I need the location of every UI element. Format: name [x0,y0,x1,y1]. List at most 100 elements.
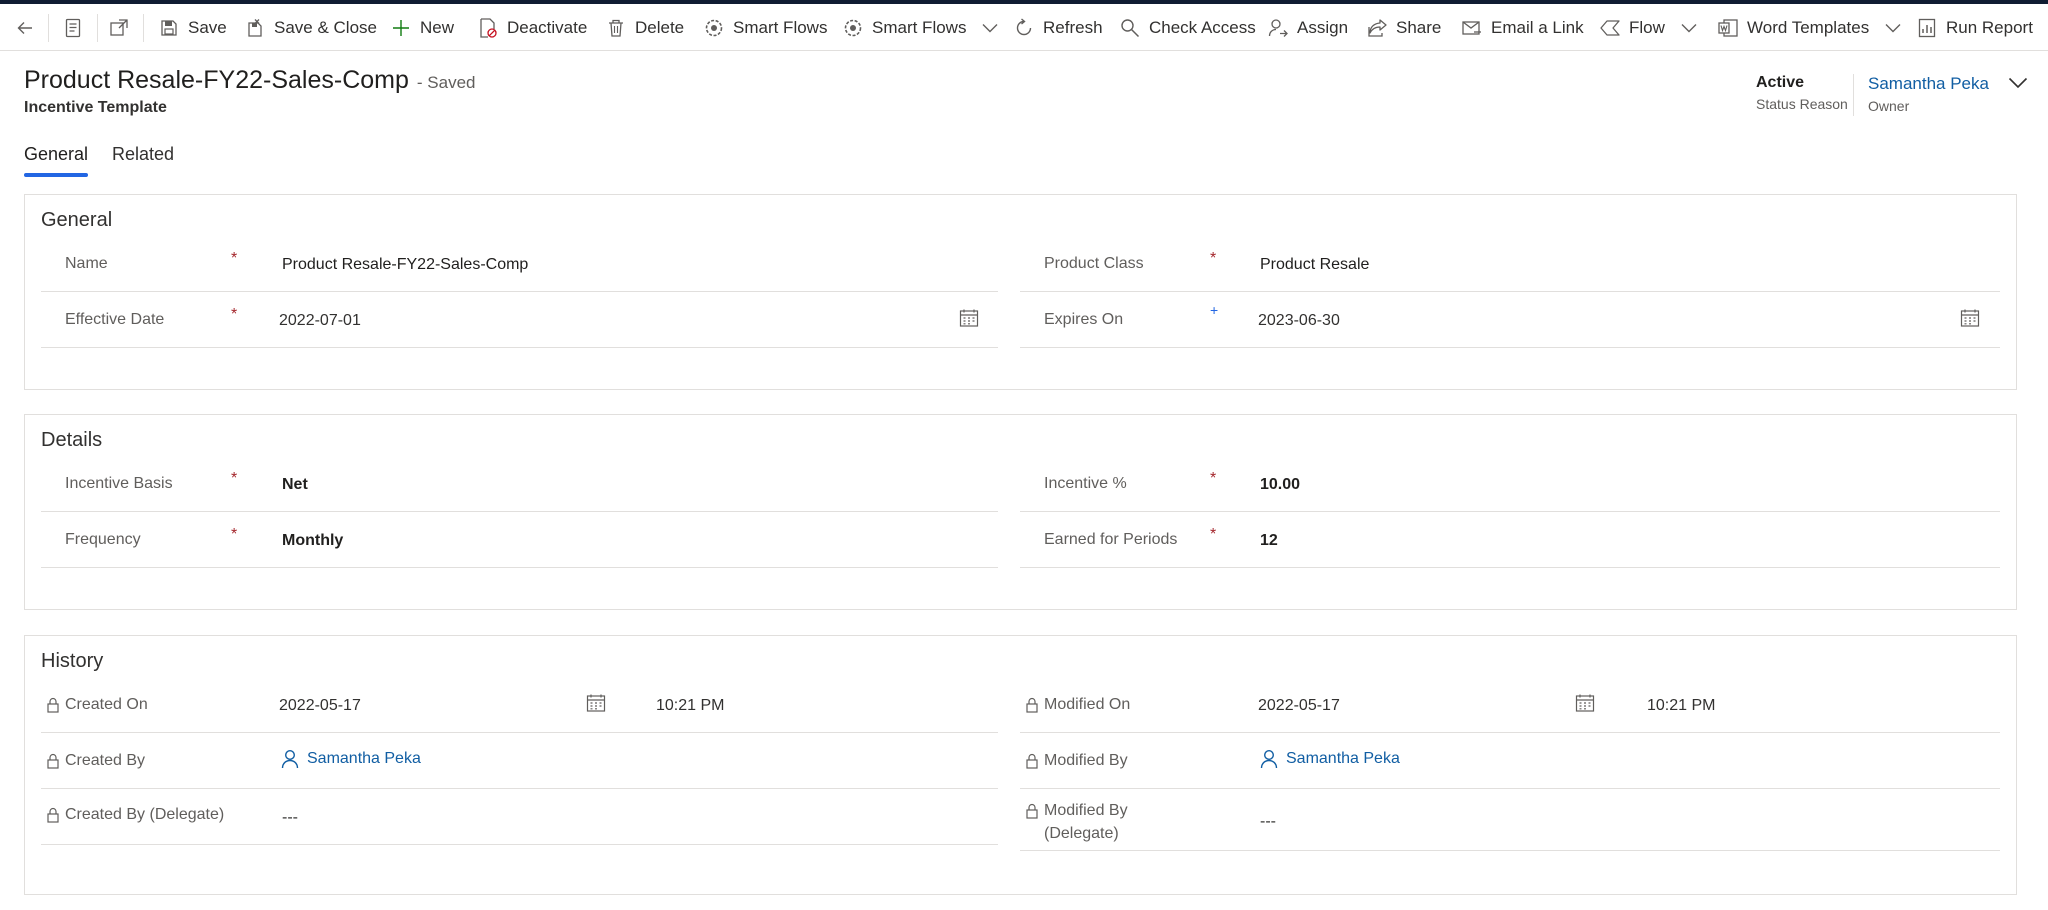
lock-icon [47,697,61,713]
modified-on-field-row: Modified On 2022-05-17 10:21 PM [1020,677,2000,733]
flow-menu-button[interactable]: Flow [1599,4,1697,51]
owner-link[interactable]: Samantha Peka [1868,74,1989,94]
modified-by-delegate-field-row: Modified By (Delegate) --- [1020,789,2000,851]
email-link-button[interactable]: Email a Link [1461,4,1584,51]
modified-on-time: 10:21 PM [1647,697,1716,714]
open-new-window-button[interactable] [108,4,138,51]
report-icon [1916,17,1938,39]
save-close-icon [244,17,266,39]
section-title: History [41,650,104,672]
smart-flows-icon [842,17,864,39]
word-templates-menu-button[interactable]: Word Templates [1717,4,1901,51]
modified-by-link[interactable]: Samantha Peka [1260,749,1400,769]
product-class-lookup[interactable]: Product Resale [1260,256,1369,274]
assign-button[interactable]: Assign [1267,4,1348,51]
required-indicator: * [231,250,238,267]
field-label: Incentive % [1044,475,1127,492]
owner-label: Owner [1868,98,1910,114]
divider [97,14,98,42]
form-icon [62,17,84,39]
expires-on-field-row: Expires On + 2023-06-30 [1020,292,2000,348]
created-by-delegate-value: --- [282,809,298,826]
field-label: Modified By [1026,749,1128,773]
field-label: Incentive Basis [65,475,173,492]
check-access-button[interactable]: Check Access [1119,4,1256,51]
smart-flows-icon [703,17,725,39]
header-expand-chevron-icon[interactable] [2008,76,2028,94]
email-link-icon [1461,17,1483,39]
assign-person-icon [1267,17,1289,39]
word-template-icon [1717,17,1739,39]
field-label: Created On [47,693,148,717]
incentive-percent-input[interactable]: 10.00 [1260,476,1300,494]
name-input[interactable]: Product Resale-FY22-Sales-Comp [282,256,528,274]
section-title: General [41,209,113,231]
record-title: Product Resale-FY22-Sales-Comp - Saved [24,66,475,95]
created-by-link[interactable]: Samantha Peka [281,749,421,769]
field-label: Created By (Delegate) [47,803,224,827]
back-arrow-icon [14,17,36,39]
field-label: Product Class [1044,255,1144,272]
frequency-select[interactable]: Monthly [282,532,343,550]
effective-date-input[interactable]: 2022-07-01 [279,312,361,330]
chevron-down-icon [1885,23,1901,33]
required-indicator: * [231,526,238,543]
field-label: Modified By (Delegate) [1026,799,1196,845]
key-search-icon [1119,17,1141,39]
refresh-button[interactable]: Refresh [1013,4,1103,51]
share-button[interactable]: Share [1366,4,1441,51]
incentive-basis-select[interactable]: Net [282,476,308,494]
smart-flows-button[interactable]: Smart Flows [703,4,827,51]
deactivate-button[interactable]: Deactivate [477,4,587,51]
command-bar: Save Save & Close New Deactivate Delete … [0,4,2048,51]
smart-flows-menu-button[interactable]: Smart Flows [842,4,998,51]
deactivate-icon [477,17,499,39]
field-label: Modified On [1026,693,1130,717]
lock-icon [47,753,61,769]
trash-icon [605,17,627,39]
modified-by-delegate-value: --- [1260,813,1276,830]
lock-icon [47,807,61,823]
run-report-button[interactable]: Run Report [1916,4,2033,51]
field-label: Expires On [1044,311,1124,328]
status-reason-label: Status Reason [1756,96,1848,112]
required-indicator: * [1210,526,1217,543]
save-and-close-button[interactable]: Save & Close [244,4,377,51]
calendar-icon [1575,693,1595,718]
back-button[interactable] [14,4,44,51]
form-view-button[interactable] [62,4,92,51]
active-tab-indicator [24,173,88,177]
calendar-icon [586,693,606,718]
general-section: General Name * Product Resale-FY22-Sales… [24,194,2017,390]
field-label: Effective Date [65,311,165,328]
calendar-icon[interactable] [1960,308,1980,333]
flow-icon [1599,17,1621,39]
tab-general[interactable]: General [24,144,88,165]
modified-by-field-row: Modified By Samantha Peka [1020,733,2000,789]
modified-on-date: 2022-05-17 [1258,697,1340,714]
refresh-icon [1013,17,1035,39]
save-button[interactable]: Save [158,4,227,51]
field-label: Name [65,255,108,272]
open-in-new-window-icon [108,17,130,39]
divider [48,14,49,42]
created-by-field-row: Created By Samantha Peka [41,733,998,789]
header-owner: Samantha Peka Owner [1868,74,1989,114]
entity-name: Incentive Template [24,99,167,116]
save-icon [158,17,180,39]
expires-on-input[interactable]: 2023-06-30 [1258,312,1340,330]
new-button[interactable]: New [390,4,454,51]
earned-periods-input[interactable]: 12 [1260,532,1278,550]
tab-related[interactable]: Related [112,144,174,165]
required-indicator: * [1210,470,1217,487]
effective-date-field-row: Effective Date * 2022-07-01 [41,292,998,348]
chevron-down-icon [982,23,998,33]
delete-button[interactable]: Delete [605,4,684,51]
history-section: History Created On 2022-05-17 10:21 PM M… [24,635,2017,895]
section-title: Details [41,429,103,451]
person-icon [281,749,299,769]
field-label: Earned for Periods [1044,531,1178,548]
required-indicator: * [1210,250,1217,267]
calendar-icon[interactable] [959,308,979,333]
product-class-field-row: Product Class * Product Resale [1020,236,2000,292]
